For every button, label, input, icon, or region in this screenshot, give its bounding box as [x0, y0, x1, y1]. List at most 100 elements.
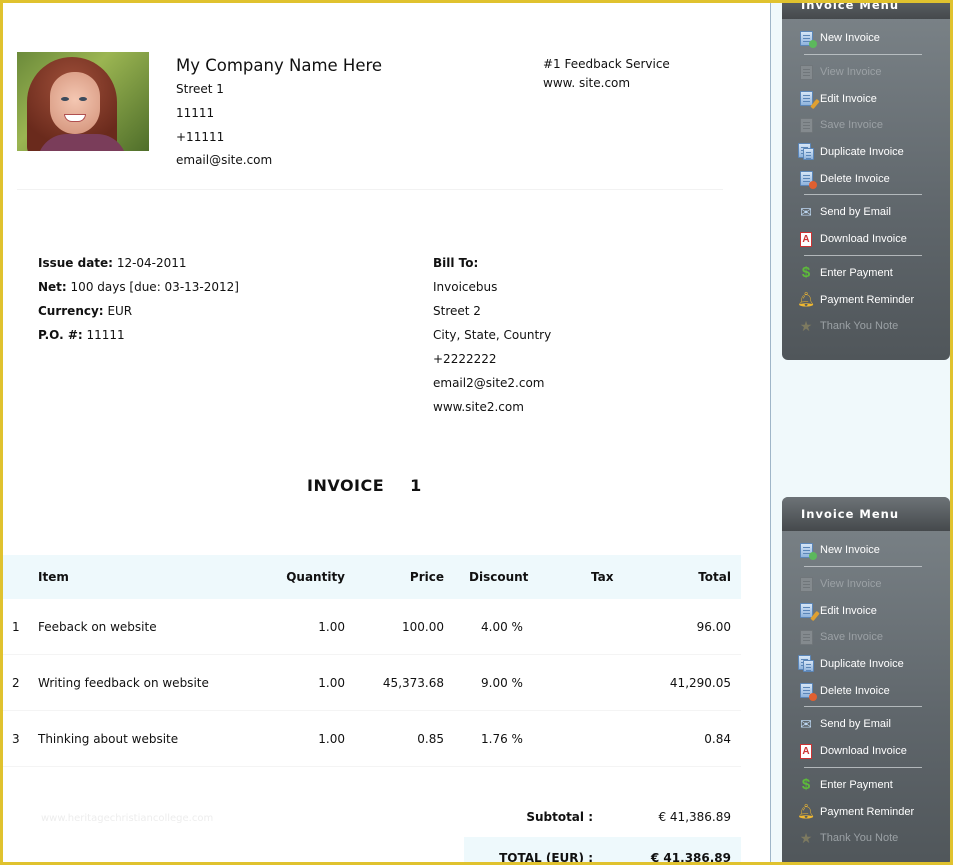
col-price: Price [409, 570, 444, 584]
company-name: My Company Name Here [176, 56, 383, 75]
edit-invoice-icon [798, 603, 820, 621]
menu-item-payment-reminder[interactable]: 🔔︎ Payment Reminder [782, 798, 950, 825]
invoice-number: 1 [410, 476, 422, 495]
star-icon: ★ [799, 829, 813, 846]
menu-item-view-invoice[interactable]: View Invoice [782, 571, 950, 598]
bill-to-email: email2@site2.com [433, 376, 545, 390]
bill-to-street: Street 2 [433, 304, 481, 318]
save-invoice-icon [798, 629, 814, 645]
col-tax: Tax [591, 570, 614, 584]
col-item: Item [38, 570, 69, 584]
company-street: Street 1 [176, 82, 224, 96]
company-tagline-block: #1 Feedback Service www. site.com [543, 55, 670, 93]
table-row: 3 Thinking about website 1.00 0.85 1.76 … [3, 711, 741, 767]
menu-item-send-email[interactable]: ✉ Send by Email [782, 199, 950, 226]
pdf-icon: A [798, 743, 814, 759]
menu-item-enter-payment[interactable]: $ Enter Payment [782, 772, 950, 799]
col-discount: Discount [469, 570, 529, 584]
col-total: Total [698, 570, 731, 584]
menu-item-delete-invoice[interactable]: Delete Invoice [782, 165, 950, 192]
dollar-icon: $ [801, 264, 811, 282]
pdf-icon: A [798, 231, 814, 247]
company-zip: 11111 [176, 106, 215, 120]
bill-to-city: City, State, Country [433, 328, 552, 342]
menu-item-duplicate-invoice[interactable]: Duplicate Invoice [782, 651, 950, 678]
view-invoice-icon [798, 576, 814, 592]
save-invoice-icon [798, 117, 814, 133]
menu-item-edit-invoice[interactable]: Edit Invoice [782, 597, 950, 624]
issue-date: Issue date: 12-04-2011 [38, 256, 187, 270]
subtotal-value: € 41,386.89 [658, 810, 731, 824]
new-invoice-icon [798, 542, 817, 561]
invoice-menu: Invoice Menu New Invoice View Invoice Ed… [782, 497, 950, 865]
bill-to-phone: +2222222 [433, 352, 497, 366]
po-number: P.O. #: 11111 [38, 328, 125, 342]
menu-item-download-invoice[interactable]: A Download Invoice [782, 738, 950, 765]
menu-divider [804, 565, 922, 567]
header-divider [17, 189, 723, 190]
menu-item-new-invoice[interactable]: New Invoice [782, 537, 950, 564]
total-row: TOTAL (EUR) : € 41,386.89 [464, 837, 741, 862]
menu-item-save-invoice[interactable]: Save Invoice [782, 624, 950, 651]
menu-item-thank-you-note[interactable]: ★ Thank You Note [782, 313, 950, 340]
new-invoice-icon [798, 30, 817, 49]
email-icon: ✉ [800, 203, 812, 220]
menu-divider [804, 194, 922, 196]
menu-item-duplicate-invoice[interactable]: Duplicate Invoice [782, 139, 950, 166]
currency: Currency: EUR [38, 304, 133, 318]
menu-item-download-invoice[interactable]: A Download Invoice [782, 226, 950, 253]
company-website: www. site.com [543, 76, 631, 90]
watermark: www.heritagechristiancollege.com [41, 813, 214, 824]
menu-item-payment-reminder[interactable]: 🔔︎ Payment Reminder [782, 286, 950, 313]
table-row: 2 Writing feedback on website 1.00 45,37… [3, 655, 741, 711]
total-value: € 41,386.89 [650, 851, 731, 862]
menu-divider [804, 766, 922, 768]
invoice-meta: Issue date: 12-04-2011 Net: 100 days [du… [38, 251, 239, 347]
subtotal-label: Subtotal : [526, 810, 593, 824]
subtotal-row: Subtotal : € 41,386.89 [463, 803, 741, 833]
menu-divider [804, 53, 922, 55]
bill-to: Bill To: Invoicebus Street 2 City, State… [433, 251, 551, 419]
total-label: TOTAL (EUR) : [499, 851, 593, 862]
menu-divider [804, 706, 922, 708]
star-icon: ★ [799, 317, 813, 334]
menu-item-enter-payment[interactable]: $ Enter Payment [782, 260, 950, 287]
company-email: email@site.com [176, 153, 273, 167]
company-info: My Company Name Here Street 1 11111 +111… [176, 55, 382, 171]
invoice-document: My Company Name Here Street 1 11111 +111… [3, 3, 770, 862]
bill-to-website: www.site2.com [433, 400, 524, 414]
menu-item-edit-invoice[interactable]: Edit Invoice [782, 85, 950, 112]
menu-item-delete-invoice[interactable]: Delete Invoice [782, 677, 950, 704]
invoice-menu-title: Invoice Menu [782, 0, 950, 19]
dollar-icon: $ [801, 776, 811, 794]
col-quantity: Quantity [286, 570, 345, 584]
email-icon: ✉ [800, 715, 812, 732]
delete-invoice-icon [798, 171, 817, 189]
view-invoice-icon [798, 64, 814, 80]
bill-to-name: Invoicebus [433, 280, 498, 294]
duplicate-invoice-icon [797, 142, 814, 161]
bill-to-heading: Bill To: [433, 256, 479, 270]
sidebar: Invoice Menu New Invoice View Invoice Ed… [770, 0, 950, 865]
company-tagline: #1 Feedback Service [543, 57, 670, 71]
delete-invoice-icon [798, 683, 817, 701]
menu-item-save-invoice[interactable]: Save Invoice [782, 112, 950, 139]
bell-icon: 🔔︎ [797, 291, 815, 308]
invoice-menu: Invoice Menu New Invoice View Invoice Ed… [782, 0, 950, 360]
company-phone: +11111 [176, 130, 225, 144]
menu-item-thank-you-note[interactable]: ★ Thank You Note [782, 825, 950, 852]
table-header: Item Quantity Price Discount Tax Total [3, 555, 741, 599]
invoice-title: INVOICE 1 [307, 476, 422, 495]
company-logo-photo [17, 52, 149, 151]
menu-item-send-email[interactable]: ✉ Send by Email [782, 711, 950, 738]
net-terms: Net: 100 days [due: 03-13-2012] [38, 280, 239, 294]
menu-item-view-invoice[interactable]: View Invoice [782, 59, 950, 86]
table-row: 1 Feeback on website 1.00 100.00 4.00 % … [3, 599, 741, 655]
menu-item-new-invoice[interactable]: New Invoice [782, 25, 950, 52]
invoice-menu-title: Invoice Menu [782, 497, 950, 531]
duplicate-invoice-icon [797, 654, 814, 673]
bell-icon: 🔔︎ [797, 803, 815, 820]
edit-invoice-icon [798, 91, 820, 109]
line-items-table: Item Quantity Price Discount Tax Total 1… [3, 555, 741, 767]
menu-divider [804, 254, 922, 256]
